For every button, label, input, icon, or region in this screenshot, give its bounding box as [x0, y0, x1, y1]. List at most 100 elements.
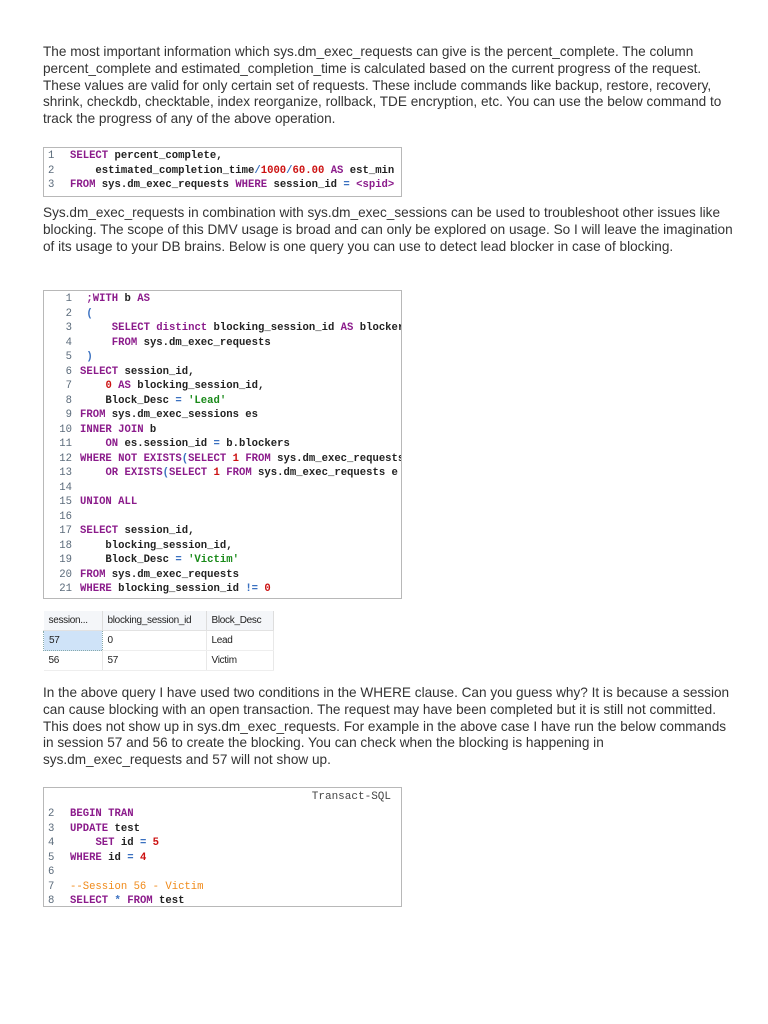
line-number: 3	[65, 322, 72, 334]
code-line: 8 SELECT * FROM test	[44, 894, 401, 907]
line-number: 8	[48, 895, 55, 907]
code-code-text: test	[108, 822, 140, 835]
code-line: 5 )	[44, 350, 401, 365]
column-header[interactable]: session...	[43, 611, 103, 631]
code-code-text: b	[118, 293, 138, 305]
code-line: 10 INNER JOIN b	[44, 423, 401, 438]
results-grid: session... blocking_session_id Block_Des…	[43, 611, 274, 671]
line-number: 2	[48, 808, 55, 820]
code-keyword: ;WITH	[86, 293, 119, 305]
code-line: 16	[44, 510, 401, 525]
line-number: 2	[48, 164, 55, 177]
code-code-text: percent_complete,	[108, 150, 223, 162]
code-line: 4 SET id = 5	[44, 836, 401, 851]
line-number: 7	[48, 880, 55, 893]
code-line: 14	[44, 481, 401, 496]
table-cell[interactable]: 56	[43, 650, 103, 671]
code-keyword: SET	[95, 837, 115, 849]
code-keyword: SELECT	[80, 525, 119, 537]
code-line: 2 (	[44, 307, 401, 322]
code-keyword: SELECT	[70, 895, 109, 907]
code-code-text: sys.dm_exec_requests	[137, 336, 271, 349]
code-line: 3 FROM sys.dm_exec_requests WHERE session…	[44, 178, 401, 193]
code-keyword: OR EXISTS	[105, 467, 163, 479]
code-keyword: AS	[330, 164, 344, 177]
code-line: 3 UPDATE test	[44, 822, 401, 837]
code-code-text: blockers	[359, 322, 401, 334]
code-code-text: estimated_completion_time	[70, 164, 255, 177]
code-line: 13 OR EXISTS(SELECT 1 FROM sys.dm_exec_r…	[44, 466, 401, 481]
code-code-text: session_id,	[118, 365, 195, 378]
code-line: 8 Block_Desc = 'Lead'	[44, 394, 401, 409]
column-header[interactable]: Block_Desc	[206, 611, 274, 631]
code-keyword: FROM	[127, 895, 153, 907]
line-number: 5	[65, 351, 72, 363]
code-keyword: BEGIN TRAN	[70, 808, 134, 820]
code-code-text: est_min	[343, 164, 395, 177]
code-number: 5	[152, 837, 160, 849]
code-line: 20 FROM sys.dm_exec_requests	[44, 568, 401, 583]
line-number: 17	[59, 525, 72, 537]
table-cell[interactable]: 57	[102, 650, 207, 671]
code-code-text: b	[143, 423, 157, 436]
code-code-text: b.blockers	[219, 438, 290, 450]
line-number: 9	[65, 409, 72, 421]
line-number: 7	[65, 380, 72, 392]
code-code-text: id	[114, 837, 140, 849]
line-number: 14	[59, 481, 72, 494]
code-string: 'Victim'	[188, 554, 239, 566]
code-line: 18 blocking_session_id,	[44, 539, 401, 554]
line-number: 11	[59, 438, 72, 450]
line-number: 12	[59, 452, 72, 465]
line-number: 3	[48, 822, 55, 835]
code-keyword: FROM	[80, 568, 106, 581]
code-keyword: UNION ALL	[80, 496, 138, 508]
line-number: 8	[65, 394, 72, 407]
code-keyword: WHERE	[70, 851, 102, 864]
code-keyword: FROM	[80, 409, 106, 421]
code-operator: )	[86, 351, 93, 363]
code-line: 7 0 AS blocking_session_id,	[44, 379, 401, 394]
code-line: 15 UNION ALL	[44, 495, 401, 510]
intro-paragraph: The most important information which sys…	[43, 44, 722, 127]
code-keyword: AS	[118, 380, 131, 392]
code-code-text	[70, 837, 95, 849]
line-number: 18	[59, 539, 72, 552]
code-code-text: sys.dm_exec_requests	[105, 568, 239, 581]
code-code-text	[80, 322, 112, 334]
code-keyword: SELECT	[169, 467, 208, 479]
code-line: 17 SELECT session_id,	[44, 524, 401, 539]
code-keyword: INNER JOIN	[80, 423, 144, 436]
code-code-text: id	[101, 851, 128, 864]
code-code-text	[80, 438, 105, 450]
table-cell[interactable]: 0	[102, 630, 207, 651]
column-header[interactable]: blocking_session_id	[102, 611, 207, 631]
line-number: 6	[65, 365, 72, 378]
code-keyword: ON	[105, 438, 119, 450]
code-code-text: es.session_id	[118, 438, 214, 450]
code-code-text: sys.dm_exec_requests e	[251, 467, 398, 479]
table-cell[interactable]: 57	[43, 630, 103, 651]
language-label: Transact-SQL	[311, 791, 391, 803]
line-number: 19	[59, 554, 72, 566]
code-line: 7 --Session 56 - Victim	[44, 880, 401, 895]
code-line: 6	[44, 865, 401, 880]
code-operator: !=	[245, 583, 259, 595]
line-number: 10	[59, 423, 72, 436]
code-code-text: sys.dm_exec_requests	[95, 179, 236, 191]
code-line: 21 WHERE blocking_session_id != 0	[44, 582, 401, 597]
code-keyword: AS	[137, 293, 150, 305]
code-code-text: Block_Desc	[80, 554, 176, 566]
table-cell[interactable]: Victim	[206, 650, 274, 671]
code-keyword: WHERE NOT EXISTS	[80, 452, 182, 465]
code-keyword: WHERE	[235, 179, 268, 191]
table-cell[interactable]: Lead	[206, 630, 274, 651]
code-keyword: WHERE	[80, 583, 112, 595]
code-line: 4 FROM sys.dm_exec_requests	[44, 336, 401, 351]
code-string: 'Lead'	[188, 394, 227, 407]
line-number: 4	[65, 336, 72, 349]
code-keyword: SELECT	[80, 365, 119, 378]
code-code-text: blocking_session_id,	[80, 539, 233, 552]
blocking-paragraph: Sys.dm_exec_requests in combination with…	[43, 205, 733, 254]
code-keyword: SELECT	[188, 452, 227, 465]
